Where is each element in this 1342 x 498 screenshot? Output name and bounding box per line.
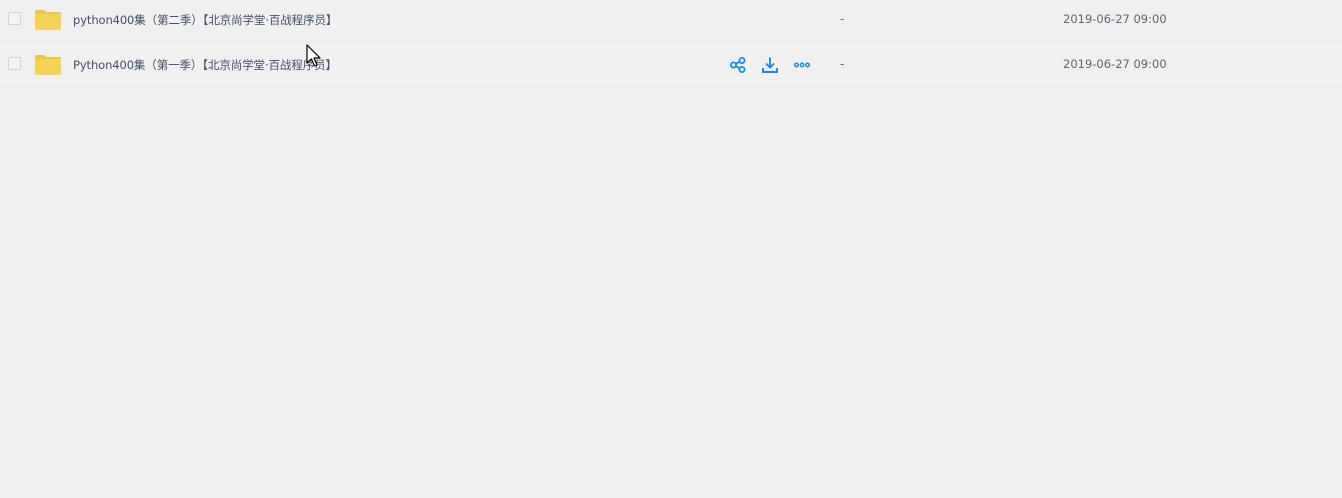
row-checkbox[interactable]: [8, 57, 21, 70]
file-list: python400集（第二季）【北京尚学堂·百战程序员】 - 2019-06-2…: [0, 0, 1342, 87]
row-actions: [728, 55, 812, 75]
file-date: 2019-06-27 09:00: [1063, 57, 1167, 71]
file-size: -: [840, 57, 845, 71]
file-name-link[interactable]: Python400集（第一季）【北京尚学堂·百战程序员】: [73, 57, 337, 73]
download-icon[interactable]: [760, 55, 780, 75]
file-date: 2019-06-27 09:00: [1063, 12, 1167, 26]
more-icon[interactable]: [792, 55, 812, 75]
file-row[interactable]: Python400集（第一季）【北京尚学堂·百战程序员】 - 2019-06-2…: [0, 42, 1342, 87]
folder-icon: [34, 54, 62, 76]
row-checkbox[interactable]: [8, 12, 21, 25]
share-icon[interactable]: [728, 55, 748, 75]
file-row[interactable]: python400集（第二季）【北京尚学堂·百战程序员】 - 2019-06-2…: [0, 0, 1342, 42]
file-name-link[interactable]: python400集（第二季）【北京尚学堂·百战程序员】: [73, 12, 337, 28]
file-size: -: [840, 12, 845, 26]
folder-icon: [34, 9, 62, 31]
